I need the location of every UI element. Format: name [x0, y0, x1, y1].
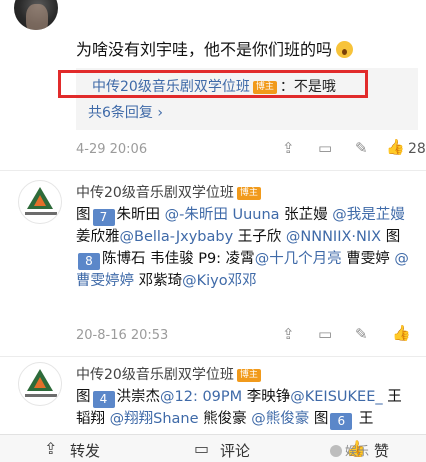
image-link-icon[interactable]: 7 — [92, 209, 115, 226]
watermark-logo-icon — [330, 445, 342, 457]
comment-text-segment: 姜欣雅 — [76, 229, 120, 245]
comment-icon[interactable]: ▭ — [318, 325, 332, 343]
user-mention-link[interactable]: @Bella-Jxybaby — [120, 229, 234, 245]
like-button[interactable]: 赞 — [374, 440, 389, 461]
user-mention-link[interactable]: @Kiyo邓邓 — [182, 273, 257, 289]
comment-author[interactable]: 中传20级音乐剧双学位班 博主 — [76, 182, 264, 202]
user-mention-link[interactable]: @十几个月亮 — [255, 251, 342, 267]
comment-body: 图 7 朱昕田 @-朱昕田 Uuuna 张芷嫚 @我是芷嫚 姜欣雅@Bella-Jx… — [76, 204, 416, 292]
share-icon[interactable]: ⇪ — [282, 325, 295, 343]
comment-text-segment: 熊俊豪 — [198, 411, 252, 427]
author-badge: 博主 — [252, 81, 277, 94]
account-avatar[interactable] — [18, 180, 62, 224]
author-badge: 博主 — [236, 369, 261, 382]
like-icon[interactable]: 👍 — [392, 324, 411, 342]
comment-text-segment: 陈博石 韦佳骏 P9: 凌霄 — [102, 251, 255, 267]
reply-icon[interactable]: ✎ — [355, 139, 368, 157]
image-link-icon[interactable]: 6 — [330, 413, 353, 430]
comment-text-segment: 曹雯婷 — [341, 251, 395, 267]
comment-button[interactable]: 评论 — [220, 440, 250, 461]
comment-text-segment: 图 — [76, 389, 91, 405]
user-mention-link[interactable]: @翔翔Shane — [110, 411, 199, 427]
reply-text: ：不是哦 — [279, 79, 336, 95]
divider — [0, 356, 426, 357]
comment-text-segment: 张芷嫚 — [279, 207, 333, 223]
reply-icon[interactable]: ✎ — [355, 325, 368, 343]
image-link-icon[interactable]: 4 — [92, 391, 115, 408]
comment-text: 为啥没有刘宇哇，他不是你们班的吗 — [76, 36, 354, 60]
chevron-right-icon: › — [157, 105, 163, 121]
more-replies-link[interactable]: 共6条回复 › — [88, 102, 163, 122]
divider — [0, 170, 426, 171]
comment-text-segment: 图 — [309, 411, 329, 427]
user-avatar[interactable] — [14, 0, 58, 30]
comment-date: 4-29 20:06 — [76, 142, 148, 157]
reply-preview[interactable]: 中传20级音乐剧双学位班 博主 ：不是哦 — [92, 76, 336, 96]
comment-body: 图 4 洪崇杰@12: 09PM 李映铮@KEISUKEE_ 王韬翔 @翔翔Shan… — [76, 386, 416, 430]
comment-text-segment: 邓紫琦 — [134, 273, 183, 289]
like-count: 28 — [408, 141, 426, 157]
like-icon[interactable]: 👍 — [386, 138, 405, 156]
user-mention-link[interactable]: @NNNIIX·NIX — [286, 229, 381, 245]
comment-icon[interactable]: ▭ — [318, 139, 332, 157]
comment-text-segment: 图 — [381, 229, 401, 245]
comment-text-segment: 朱昕田 — [116, 207, 165, 223]
reply-author[interactable]: 中传20级音乐剧双学位班 — [92, 79, 250, 95]
comment-text-segment: 洪崇杰 — [116, 389, 161, 405]
user-mention-link[interactable]: @我是芷嫚 — [332, 207, 405, 223]
user-mention-link[interactable]: @熊俊豪 — [251, 411, 309, 427]
comment-author[interactable]: 中传20级音乐剧双学位班 博主 — [76, 364, 264, 384]
repost-button[interactable]: 转发 — [70, 440, 100, 461]
watermark: 娱乐 — [330, 442, 369, 459]
author-badge: 博主 — [236, 187, 261, 200]
comment-text-segment: 李映铮 — [242, 389, 291, 405]
user-mention-link[interactable]: @12: 09PM — [160, 389, 242, 405]
account-avatar[interactable] — [18, 362, 62, 406]
image-link-icon[interactable]: 8 — [78, 253, 100, 270]
comment-date: 20-8-16 20:53 — [76, 328, 169, 343]
user-mention-link[interactable]: @-朱昕田 Uuuna — [165, 207, 280, 223]
comment-text-segment: 王 — [354, 411, 374, 427]
user-mention-link[interactable]: @KEISUKEE_ — [290, 389, 382, 405]
repost-icon[interactable]: ⇪ — [44, 439, 57, 458]
surprised-emoji-icon — [336, 41, 354, 58]
share-icon[interactable]: ⇪ — [282, 139, 295, 157]
comment-text-segment: 王子欣 — [233, 229, 286, 245]
comment-text-segment: 图 — [76, 207, 91, 223]
comment-bubble-icon[interactable]: ▭ — [194, 439, 209, 458]
